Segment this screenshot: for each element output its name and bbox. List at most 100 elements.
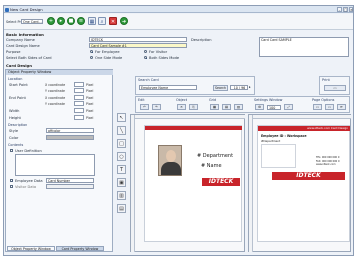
search-button[interactable]: Search <box>213 85 228 91</box>
tab-card-property[interactable]: Card Property Window <box>56 246 104 251</box>
front-card[interactable]: # Department # Name IDTECK <box>144 125 242 242</box>
back-left-ruler <box>249 115 253 252</box>
back-side-icon[interactable]: ▭ <box>325 104 334 110</box>
text-tool-icon[interactable]: T <box>117 165 126 174</box>
close-icon[interactable]: ✕ <box>109 17 117 25</box>
image-tool-icon[interactable]: ▣ <box>117 178 126 187</box>
rotate-icon[interactable]: ⟳ <box>337 104 346 110</box>
search-field-value: Employee Name <box>141 86 169 90</box>
width-label: Width <box>9 109 20 113</box>
color-picker[interactable] <box>46 135 94 140</box>
back-header-text[interactable]: Employee ID : Workspace <box>261 134 307 138</box>
maximize-icon[interactable]: □ <box>343 7 348 12</box>
front-logo[interactable]: IDTECK <box>202 178 240 186</box>
search-card-label: Search Card <box>138 78 159 82</box>
end-y-label: Y coordinate <box>45 102 65 106</box>
front-top-stripe <box>145 126 242 130</box>
company-name-label: Company Name <box>6 38 35 42</box>
purpose-visitor-radio[interactable] <box>144 50 147 53</box>
description-value: Card Card SAMPLE <box>261 38 292 42</box>
save-as-icon[interactable]: ≡ <box>77 17 85 25</box>
zoom-icon[interactable]: ⌕ <box>98 17 106 25</box>
tab-object-property[interactable]: Object Property Window <box>7 246 55 251</box>
company-name-value: IDTECK <box>91 38 104 42</box>
back-field-label[interactable]: #Department <box>261 139 280 143</box>
ellipse-tool-icon[interactable]: ○ <box>117 152 126 161</box>
back-notes-box[interactable] <box>261 144 296 168</box>
card-select-value: One Card... <box>23 20 42 24</box>
toolbar: Select Print One Card... + ▸ ■ ≡ ▦ ⌕ ✕ ➜ <box>4 14 353 30</box>
rectangle-tool-icon[interactable]: □ <box>117 139 126 148</box>
user-definition-textarea[interactable] <box>15 154 95 176</box>
back-card[interactable]: www.idteck.com Card Design Employee ID :… <box>257 125 350 242</box>
align-icon[interactable]: ▥ <box>234 104 243 110</box>
card-select-dropdown[interactable]: One Card... <box>21 19 43 24</box>
app-icon <box>5 7 9 12</box>
location-group-label: Location <box>8 77 23 81</box>
one-side-label: One Side Mode <box>95 56 123 60</box>
line-tool-icon[interactable]: ╲ <box>117 126 126 135</box>
barcode-tool-icon[interactable]: ▥ <box>117 191 126 200</box>
width-unit: Pixel <box>86 109 94 113</box>
start-x-unit: Pixel <box>86 83 94 87</box>
delete-icon[interactable]: ✕ <box>177 104 186 110</box>
photo-tool-icon[interactable]: ▤ <box>117 204 126 213</box>
window-title: New Card Design <box>10 7 43 12</box>
end-x-label: X coordinate <box>45 96 66 100</box>
name-field[interactable]: # Name <box>201 163 222 169</box>
both-sides-label: Both Sides Mode <box>149 56 180 60</box>
department-field[interactable]: # Department <box>197 153 233 159</box>
end-y-input[interactable] <box>74 101 84 106</box>
style-dropdown[interactable]: offcolor <box>46 128 94 133</box>
grid-label: Grid <box>209 97 217 102</box>
width-input[interactable] <box>74 108 84 113</box>
zoom-dropdown[interactable]: 100 <box>267 104 281 110</box>
grid-icon[interactable]: ▦ <box>210 104 219 110</box>
height-input[interactable] <box>74 115 84 120</box>
fit-icon[interactable]: ⤢ <box>284 104 293 110</box>
company-name-input[interactable]: IDTECK <box>89 37 187 42</box>
settings-icon[interactable]: ⚙ <box>255 104 264 110</box>
back-logo[interactable]: IDTECK <box>272 172 345 180</box>
description-input[interactable]: Card Card SAMPLE <box>259 37 349 57</box>
edit-label: Edit <box>138 97 145 102</box>
card-design-name-label: Card Design Name <box>6 44 40 48</box>
start-y-input[interactable] <box>74 88 84 93</box>
start-x-input[interactable] <box>74 82 84 87</box>
visitor-data-checkbox[interactable] <box>10 185 13 188</box>
save-icon[interactable]: ■ <box>67 17 75 25</box>
employee-data-checkbox[interactable]: ✓ <box>10 179 14 183</box>
copy-icon[interactable]: ⎘ <box>189 104 198 110</box>
print-icon[interactable]: ▦ <box>88 17 96 25</box>
page-indicator[interactable]: 10 / 96 <box>230 85 248 90</box>
height-label: Height <box>9 116 21 120</box>
snap-icon[interactable]: ▤ <box>222 104 231 110</box>
photo-placeholder[interactable] <box>158 145 182 176</box>
one-side-radio[interactable] <box>90 56 93 59</box>
employee-data-dropdown[interactable]: Card Number <box>46 178 94 183</box>
undo-icon[interactable]: ↶ <box>140 104 149 110</box>
end-x-input[interactable] <box>74 95 84 100</box>
print-group: Print ▭ <box>319 76 350 95</box>
both-sides-radio[interactable] <box>144 56 147 59</box>
close-window-icon[interactable]: × <box>349 7 353 12</box>
redo-icon[interactable]: ↷ <box>152 104 161 110</box>
print-button[interactable]: ▭ <box>324 85 346 91</box>
front-side-icon[interactable]: ▭ <box>313 104 322 110</box>
style-value: offcolor <box>48 129 61 133</box>
minimize-icon[interactable]: – <box>337 7 342 12</box>
exit-icon[interactable]: ➜ <box>120 17 128 25</box>
search-field-dropdown[interactable]: Employee Name <box>139 85 197 90</box>
pointer-tool-icon[interactable]: ↖ <box>117 113 126 122</box>
open-icon[interactable]: ▸ <box>57 17 65 25</box>
start-point-label: Start Point <box>9 83 28 87</box>
new-icon[interactable]: + <box>47 17 55 25</box>
visitor-data-dropdown[interactable] <box>46 184 94 189</box>
next-page-icon[interactable]: ▸ <box>249 85 251 89</box>
contents-group-label: Contents <box>8 143 24 147</box>
print-group-label: Print <box>322 78 330 82</box>
purpose-employee-radio[interactable] <box>90 50 93 53</box>
settings-label: Settings Window <box>254 97 283 102</box>
user-definition-checkbox[interactable] <box>10 149 13 152</box>
card-design-name-input[interactable]: Card Card Sample #1 <box>89 43 187 48</box>
